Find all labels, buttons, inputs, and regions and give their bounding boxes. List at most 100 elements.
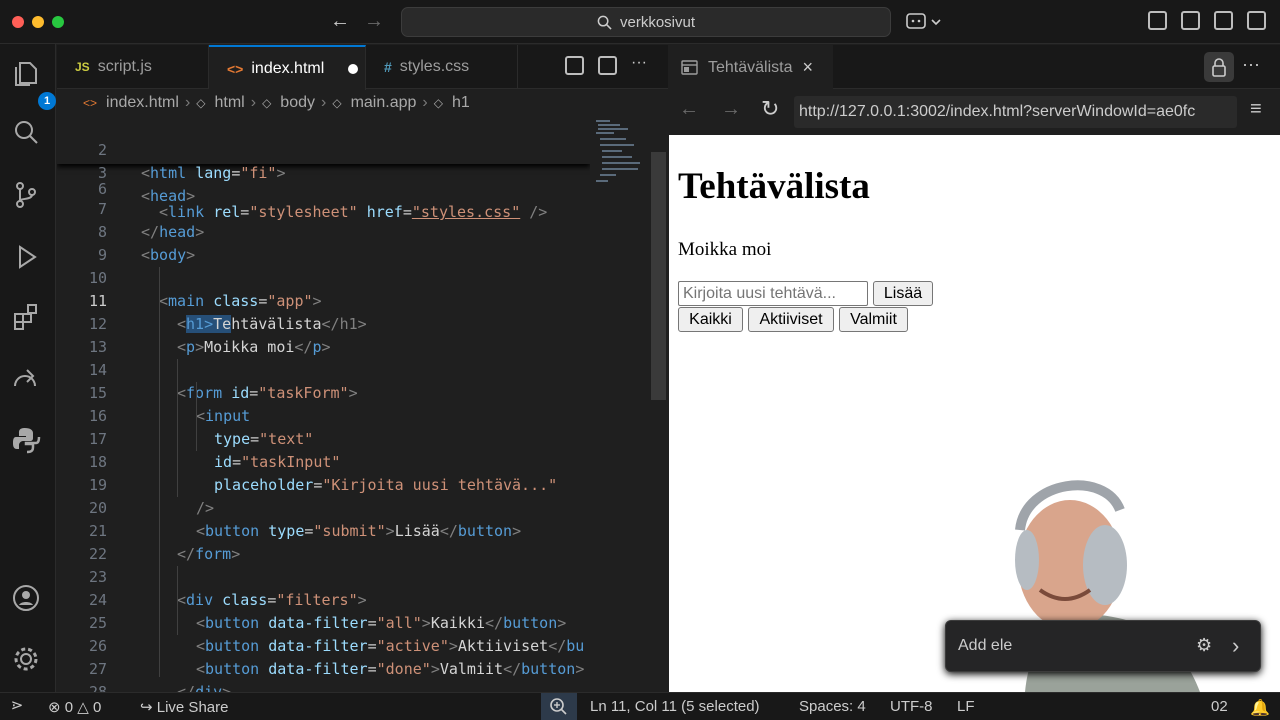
code-line: 2 <html lang="fi"> xyxy=(57,116,590,182)
javascript-file-icon: JS xyxy=(75,60,90,74)
error-count: 0 xyxy=(64,699,74,716)
editor-actions: ··· xyxy=(565,55,650,75)
unsaved-dot-icon[interactable] xyxy=(348,63,359,74)
settings-gear-icon[interactable] xyxy=(11,644,43,676)
port-status[interactable]: 02 xyxy=(1211,698,1228,715)
code-editor[interactable]: 2 <html lang="fi"> 3 <head> 6 <link rel=… xyxy=(57,116,590,692)
notifications-bell-icon[interactable]: 🔔 xyxy=(1250,698,1270,718)
tab-label: Tehtävälista xyxy=(708,58,793,76)
notification-toast[interactable]: Add ele ⚙ › xyxy=(945,620,1261,672)
live-share-status[interactable]: ↪ Live Share xyxy=(140,698,228,716)
error-icon: ⊗ xyxy=(48,699,61,716)
toggle-panel-icon[interactable] xyxy=(1214,11,1233,30)
task-input[interactable] xyxy=(678,281,868,306)
code-line-current: 11 <h1>Tehtävälista</h1> xyxy=(57,267,590,333)
code-line: 15 <input xyxy=(57,359,590,425)
breadcrumb-item[interactable]: html xyxy=(215,94,245,112)
minimap[interactable] xyxy=(590,116,650,692)
chevron-right-icon: › xyxy=(184,94,191,111)
code-line: 14 <form id="taskForm"> xyxy=(57,336,590,402)
customize-layout-icon[interactable] xyxy=(1148,11,1167,30)
code-line: 23 <div class="filters"> xyxy=(57,543,590,609)
more-actions-icon[interactable]: ··· xyxy=(631,55,650,75)
element-icon: ◇ xyxy=(196,96,206,110)
open-preview-icon[interactable] xyxy=(565,56,584,75)
code-line: 21 </form> xyxy=(57,497,590,563)
tab-script-js[interactable]: JS script.js xyxy=(57,45,209,89)
toggle-secondary-sidebar-icon[interactable] xyxy=(1247,11,1266,30)
notification-text: Add ele xyxy=(958,637,1013,654)
back-arrow-icon[interactable]: ← xyxy=(330,10,350,33)
tab-styles-css[interactable]: # styles.css xyxy=(366,45,518,89)
breadcrumb: <> index.html › ◇ html › ◇ body › ◇ main… xyxy=(57,90,590,116)
filter-all-button[interactable]: Kaikki xyxy=(678,307,743,332)
reload-icon[interactable]: ↻ xyxy=(761,96,779,122)
editor-tab-bar: JS script.js <> index.html # styles.css … xyxy=(57,45,668,90)
page-paragraph: Moikka moi xyxy=(678,239,772,260)
remote-indicator-icon[interactable]: ⋗ xyxy=(0,693,34,720)
tab-index-html[interactable]: <> index.html xyxy=(209,45,366,90)
account-icon[interactable] xyxy=(11,583,43,615)
filter-done-button[interactable]: Valmiit xyxy=(839,307,908,332)
vertical-scrollbar[interactable] xyxy=(651,152,666,400)
code-line: 22 xyxy=(57,520,590,563)
url-field[interactable]: http://127.0.0.1:3002/index.html?serverW… xyxy=(794,96,1237,128)
browser-back-icon[interactable]: ← xyxy=(679,98,699,121)
breadcrumb-item[interactable]: main.app xyxy=(351,94,417,112)
browser-forward-icon[interactable]: → xyxy=(721,98,741,121)
command-center-text: verkkosivut xyxy=(619,13,696,31)
breadcrumb-item[interactable]: body xyxy=(280,94,315,112)
title-bar: ← → verkkosivut xyxy=(0,0,1280,44)
tab-simple-browser[interactable]: Tehtävälista × xyxy=(669,45,833,90)
cursor-position[interactable]: Ln 11, Col 11 (5 selected) xyxy=(590,698,760,715)
copilot-chat-icon[interactable] xyxy=(906,11,946,33)
sticky-scroll[interactable]: 2 <html lang="fi"> 3 <head> xyxy=(57,116,590,205)
files-icon[interactable]: 1 xyxy=(11,59,56,110)
minimap-line xyxy=(596,180,608,182)
settings-gear-icon[interactable]: ⚙ xyxy=(1196,635,1212,656)
toggle-primary-sidebar-icon[interactable] xyxy=(1181,11,1200,30)
code-line: 7 </head> xyxy=(57,175,590,241)
minimap-line xyxy=(596,132,614,134)
minimap-line xyxy=(600,174,616,176)
search-icon[interactable] xyxy=(11,118,43,150)
chevron-right-icon[interactable]: › xyxy=(1232,633,1239,659)
python-icon[interactable] xyxy=(11,425,43,457)
search-icon xyxy=(597,15,612,30)
indent-guide xyxy=(196,382,197,451)
eol-status[interactable]: LF xyxy=(957,698,975,715)
zoom-window-button[interactable] xyxy=(52,16,64,28)
code-line: 26 <button data-filter="done">Valmiit</b… xyxy=(57,612,590,678)
hamburger-menu-icon[interactable]: ≡ xyxy=(1250,98,1262,121)
element-icon: ◇ xyxy=(332,96,342,110)
close-window-button[interactable] xyxy=(12,16,24,28)
run-debug-icon[interactable] xyxy=(11,242,43,274)
source-control-icon[interactable] xyxy=(11,180,43,212)
add-task-button[interactable]: Lisää xyxy=(873,281,933,306)
minimize-window-button[interactable] xyxy=(32,16,44,28)
split-editor-icon[interactable] xyxy=(598,56,617,75)
zoom-icon[interactable] xyxy=(541,693,577,720)
minimap-line xyxy=(598,128,628,130)
line-number: 3 xyxy=(97,164,107,182)
forward-arrow-icon[interactable]: → xyxy=(364,10,384,33)
breadcrumb-item[interactable]: h1 xyxy=(452,94,470,112)
filter-active-button[interactable]: Aktiiviset xyxy=(748,307,834,332)
breadcrumb-item[interactable]: index.html xyxy=(106,94,179,112)
encoding-status[interactable]: UTF-8 xyxy=(890,698,933,715)
command-center-search[interactable]: verkkosivut xyxy=(401,7,891,37)
code-text: <html lang="fi"> xyxy=(141,164,286,182)
more-actions-icon[interactable]: ··· xyxy=(1242,54,1260,75)
tab-label: index.html xyxy=(251,59,325,77)
indentation-status[interactable]: Spaces: 4 xyxy=(799,698,866,715)
extensions-icon[interactable] xyxy=(11,302,43,334)
code-line: 3 <head> xyxy=(57,139,590,205)
lock-group-button[interactable] xyxy=(1204,52,1234,82)
problems-status[interactable]: ⊗ 0 △ 0 xyxy=(48,698,101,716)
code-line: 25 <button data-filter="active">Aktiivis… xyxy=(57,589,590,655)
activity-bar: 1 xyxy=(0,44,56,692)
code-line: 17 id="taskInput" xyxy=(57,405,590,471)
remote-explorer-icon[interactable] xyxy=(11,364,43,396)
close-icon[interactable]: × xyxy=(803,57,814,78)
tab-label: styles.css xyxy=(399,58,470,75)
